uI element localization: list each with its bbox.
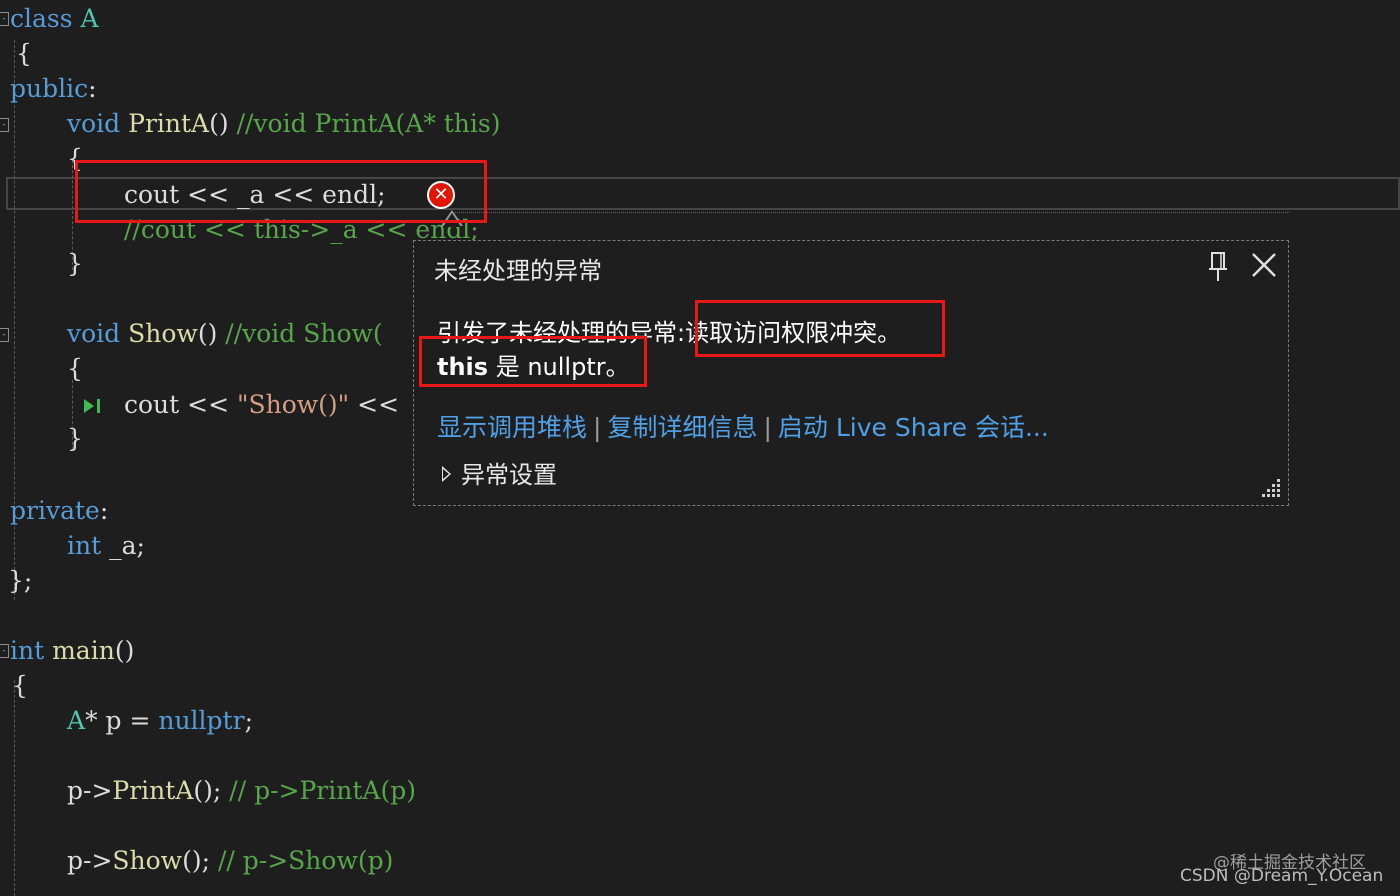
code-line: cout << "Show()" << (124, 390, 407, 419)
annotation-box-code (75, 160, 487, 223)
code-line: { (8, 39, 32, 68)
link-separator: | (593, 413, 602, 442)
code-line: private: (10, 496, 109, 525)
code-line: } (67, 424, 83, 453)
code-line: int _a; (67, 531, 145, 560)
code-line: public: (10, 74, 97, 103)
copy-details-link[interactable]: 复制详细信息 (607, 413, 757, 442)
code-line: }; (8, 566, 33, 595)
resize-grip-icon[interactable] (1258, 475, 1282, 499)
pin-icon[interactable] (1207, 251, 1229, 283)
close-icon[interactable] (1250, 251, 1278, 279)
exception-actions: 显示调用堆栈 | 复制详细信息 | 启动 Live Share 会话... (437, 408, 1049, 444)
run-to-cursor-icon[interactable] (82, 398, 106, 414)
fold-toggle-icon[interactable]: - (0, 12, 9, 26)
show-call-stack-link[interactable]: 显示调用堆栈 (437, 413, 587, 442)
expand-triangle-icon (442, 466, 451, 482)
code-line: { (12, 671, 28, 700)
code-line: void Show() //void Show( (67, 319, 383, 348)
code-line: void PrintA() //void PrintA(A* this) (67, 109, 501, 138)
code-line: p->PrintA(); // p->PrintA(p) (67, 776, 416, 805)
code-line: } (67, 249, 83, 278)
link-separator: | (763, 413, 772, 442)
watermark-csdn: CSDN @Dream_Y.Ocean (1180, 866, 1384, 886)
code-editor[interactable]: - - - - class A { public: void PrintA() … (0, 0, 1400, 896)
popup-connector (455, 212, 1290, 213)
indent-guide (14, 680, 15, 896)
code-line: A* p = nullptr; (67, 706, 253, 735)
fold-toggle-icon[interactable]: - (0, 118, 9, 132)
fold-toggle-icon[interactable]: - (0, 328, 9, 342)
annotation-box-nullptr (419, 336, 647, 387)
fold-toggle-icon[interactable]: - (0, 644, 9, 658)
code-line: class A (10, 4, 99, 33)
start-live-share-link[interactable]: 启动 Live Share 会话... (778, 413, 1049, 442)
annotation-box-message (695, 300, 945, 357)
exception-settings-toggle[interactable]: 异常设置 (442, 455, 557, 490)
code-line: { (67, 354, 83, 383)
exception-title: 未经处理的异常 (434, 257, 602, 285)
code-line: int main() (10, 636, 135, 665)
code-line: p->Show(); // p->Show(p) (67, 846, 394, 875)
